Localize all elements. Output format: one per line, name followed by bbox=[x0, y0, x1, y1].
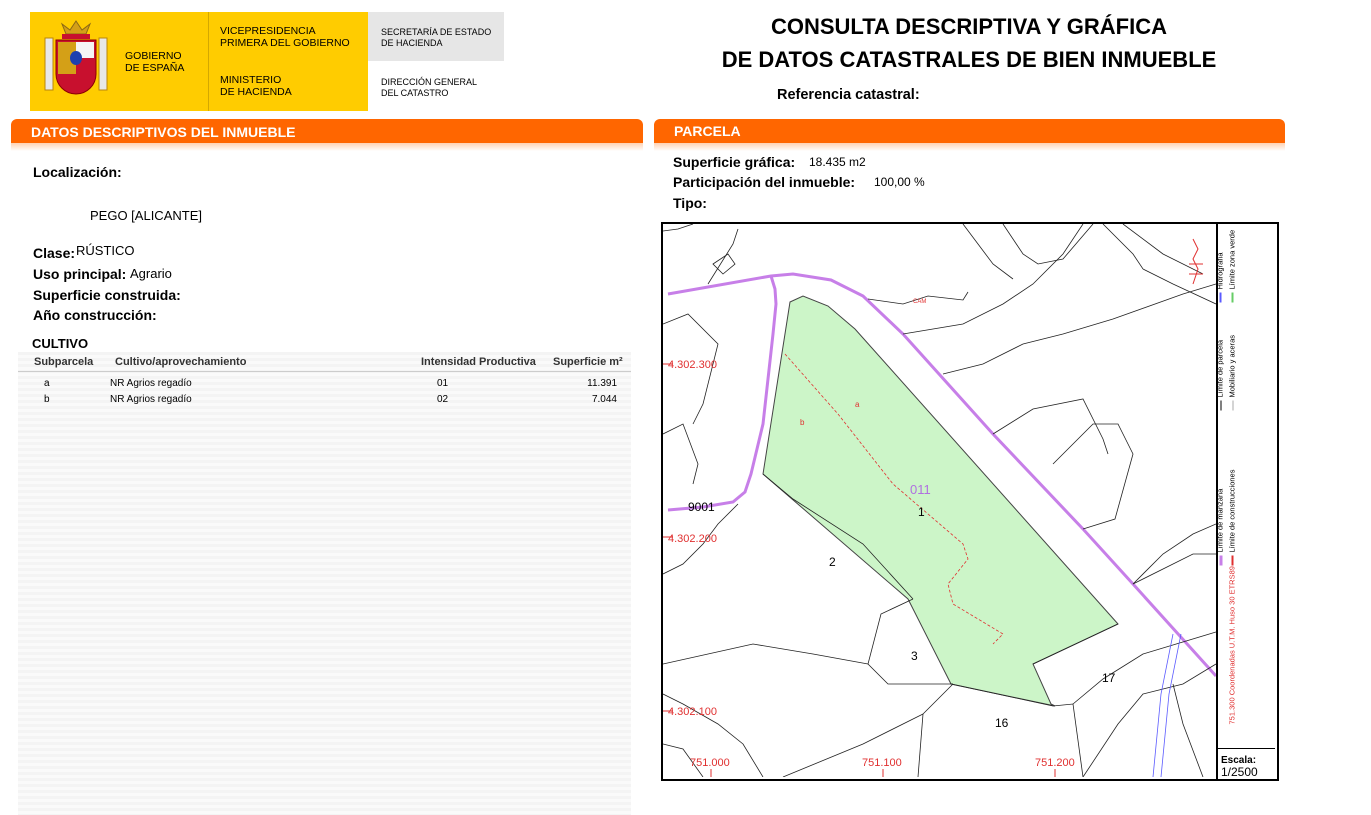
parcel-number[interactable]: 3 bbox=[911, 649, 918, 663]
gov-line-1: GOBIERNO bbox=[125, 50, 182, 62]
legend-zona-verde: Límite zona verde bbox=[1227, 229, 1237, 303]
legend-construcciones-label: Límite de construcciones bbox=[1227, 469, 1237, 553]
scale-rule bbox=[1218, 748, 1275, 749]
superficie-construida-label: Superficie construida: bbox=[33, 287, 181, 303]
parcela-section-title: PARCELA bbox=[674, 123, 741, 139]
tipo-label: Tipo: bbox=[673, 195, 707, 211]
legend-manzana-label: Límite de manzana bbox=[1215, 488, 1225, 553]
table-cell: NR Agrios regadío bbox=[110, 394, 192, 405]
legend-parcela: Límite de parcela bbox=[1216, 299, 1225, 411]
superficie-grafica-label: Superficie gráfica: bbox=[673, 154, 796, 170]
table-cell: 11.391 bbox=[587, 378, 617, 389]
subparcel-a-label: a bbox=[855, 400, 860, 409]
gov-line-2: DE ESPAÑA bbox=[125, 62, 185, 74]
descriptive-section-title: DATOS DESCRIPTIVOS DEL INMUEBLE bbox=[31, 124, 296, 140]
logo-divider bbox=[208, 12, 209, 111]
gov-text: GOBIERNO DE ESPAÑA bbox=[125, 50, 184, 74]
superficie-grafica-value: 18.435 m2 bbox=[809, 155, 866, 169]
subparcel-b-label: b bbox=[800, 418, 805, 427]
legend-hidrografia-label: Hidrografía bbox=[1215, 252, 1225, 290]
cultivo-title: CULTIVO bbox=[32, 336, 89, 351]
legend-mobiliario: Mobiliario y aceras bbox=[1228, 299, 1237, 411]
sec-line-2: DE HACIENDA bbox=[381, 38, 443, 48]
legend-coords-label: 751.300 Coordenadas U.T.M. Huso 30 ETRS8… bbox=[1227, 566, 1237, 725]
anio-construccion-label: Año construcción: bbox=[33, 307, 157, 323]
map-canvas[interactable] bbox=[663, 224, 1216, 777]
cultivo-header-subparcela: Subparcela bbox=[34, 356, 94, 368]
dir-line-2: DEL CATASTRO bbox=[381, 88, 449, 98]
legend-zona-verde-label: Límite zona verde bbox=[1227, 229, 1237, 290]
participacion-label: Participación del inmueble: bbox=[673, 174, 856, 190]
participacion-value: 100,00 % bbox=[874, 175, 925, 189]
page-title-line-2: DE DATOS CATASTRALES DE BIEN INMUEBLE bbox=[721, 47, 1217, 72]
legend-construcciones: Límite de construcciones bbox=[1228, 454, 1237, 566]
page-title-line-1: CONSULTA DESCRIPTIVA Y GRÁFICA bbox=[770, 14, 1168, 39]
table-cell: 01 bbox=[437, 378, 449, 389]
parcel-number[interactable]: 2 bbox=[829, 555, 836, 569]
parcel-number[interactable]: 17 bbox=[1102, 671, 1115, 685]
table-cell: 02 bbox=[437, 394, 449, 405]
direccion-text: DIRECCIÓN GENERAL DEL CATASTRO bbox=[381, 77, 477, 99]
map-y-label: 4.302.200 bbox=[668, 533, 717, 545]
legend-hidrografia: Hidrografía bbox=[1216, 231, 1225, 303]
min-line-2: DE HACIENDA bbox=[220, 86, 292, 98]
legend-manzana: Límite de manzana bbox=[1216, 454, 1225, 566]
uso-principal-value: Agrario bbox=[130, 266, 172, 281]
parcel-number[interactable]: 16 bbox=[995, 716, 1008, 730]
referencia-catastral-label: Referencia catastral: bbox=[777, 87, 920, 103]
coat-of-arms-icon bbox=[44, 20, 108, 95]
secretaria-text: SECRETARÍA DE ESTADO DE HACIENDA bbox=[381, 27, 491, 49]
cultivo-header-superficie: Superficie m² bbox=[553, 356, 623, 368]
cultivo-header-cultivo: Cultivo/aprovechamiento bbox=[115, 356, 247, 368]
uso-principal-label: Uso principal: bbox=[33, 266, 127, 282]
clase-value: RÚSTICO bbox=[76, 243, 135, 258]
legend-mobiliario-label: Mobiliario y aceras bbox=[1227, 334, 1237, 398]
dir-line-1: DIRECCIÓN GENERAL bbox=[381, 77, 478, 87]
map-x-label: 751.000 bbox=[690, 757, 730, 769]
legend-parcela-label: Límite de parcela bbox=[1215, 339, 1225, 398]
cultivo-header-intensidad: Intensidad Productiva bbox=[421, 356, 536, 368]
map-y-label: 4.302.100 bbox=[668, 706, 717, 718]
parcel-code: 011 bbox=[910, 482, 931, 497]
table-cell: 7.044 bbox=[591, 394, 617, 405]
table-cell: a bbox=[44, 378, 50, 389]
map-x-label: 751.200 bbox=[1035, 757, 1075, 769]
vp-line-1: VICEPRESIDENCIA bbox=[220, 25, 316, 37]
clase-label: Clase: bbox=[33, 245, 76, 261]
map-x-label: 751.100 bbox=[862, 757, 902, 769]
vp-line-2: PRIMERA DEL GOBIERNO bbox=[220, 37, 350, 49]
ministerio-text: MINISTERIO DE HACIENDA bbox=[220, 74, 292, 98]
polygon-label: 9001 bbox=[688, 500, 715, 514]
vicepresidencia-text: VICEPRESIDENCIA PRIMERA DEL GOBIERNO bbox=[220, 25, 350, 49]
cultivo-table bbox=[18, 352, 631, 815]
parcela-section-header: PARCELA bbox=[654, 119, 1285, 151]
map-y-label: 4.302.300 bbox=[668, 359, 717, 371]
table-cell: b bbox=[44, 394, 50, 405]
descriptive-section-header: DATOS DESCRIPTIVOS DEL INMUEBLE bbox=[11, 119, 643, 151]
scale-value: 1/2500 bbox=[1221, 765, 1258, 779]
parcel-number[interactable]: 1 bbox=[918, 505, 925, 519]
road-label: CAM bbox=[913, 299, 927, 305]
table-cell: NR Agrios regadío bbox=[110, 378, 192, 389]
localizacion-label: Localización: bbox=[33, 164, 122, 180]
min-line-1: MINISTERIO bbox=[220, 74, 282, 86]
cultivo-header-rule bbox=[18, 371, 631, 372]
sec-line-1: SECRETARÍA DE ESTADO bbox=[381, 27, 492, 37]
localizacion-value: PEGO [ALICANTE] bbox=[90, 208, 202, 223]
